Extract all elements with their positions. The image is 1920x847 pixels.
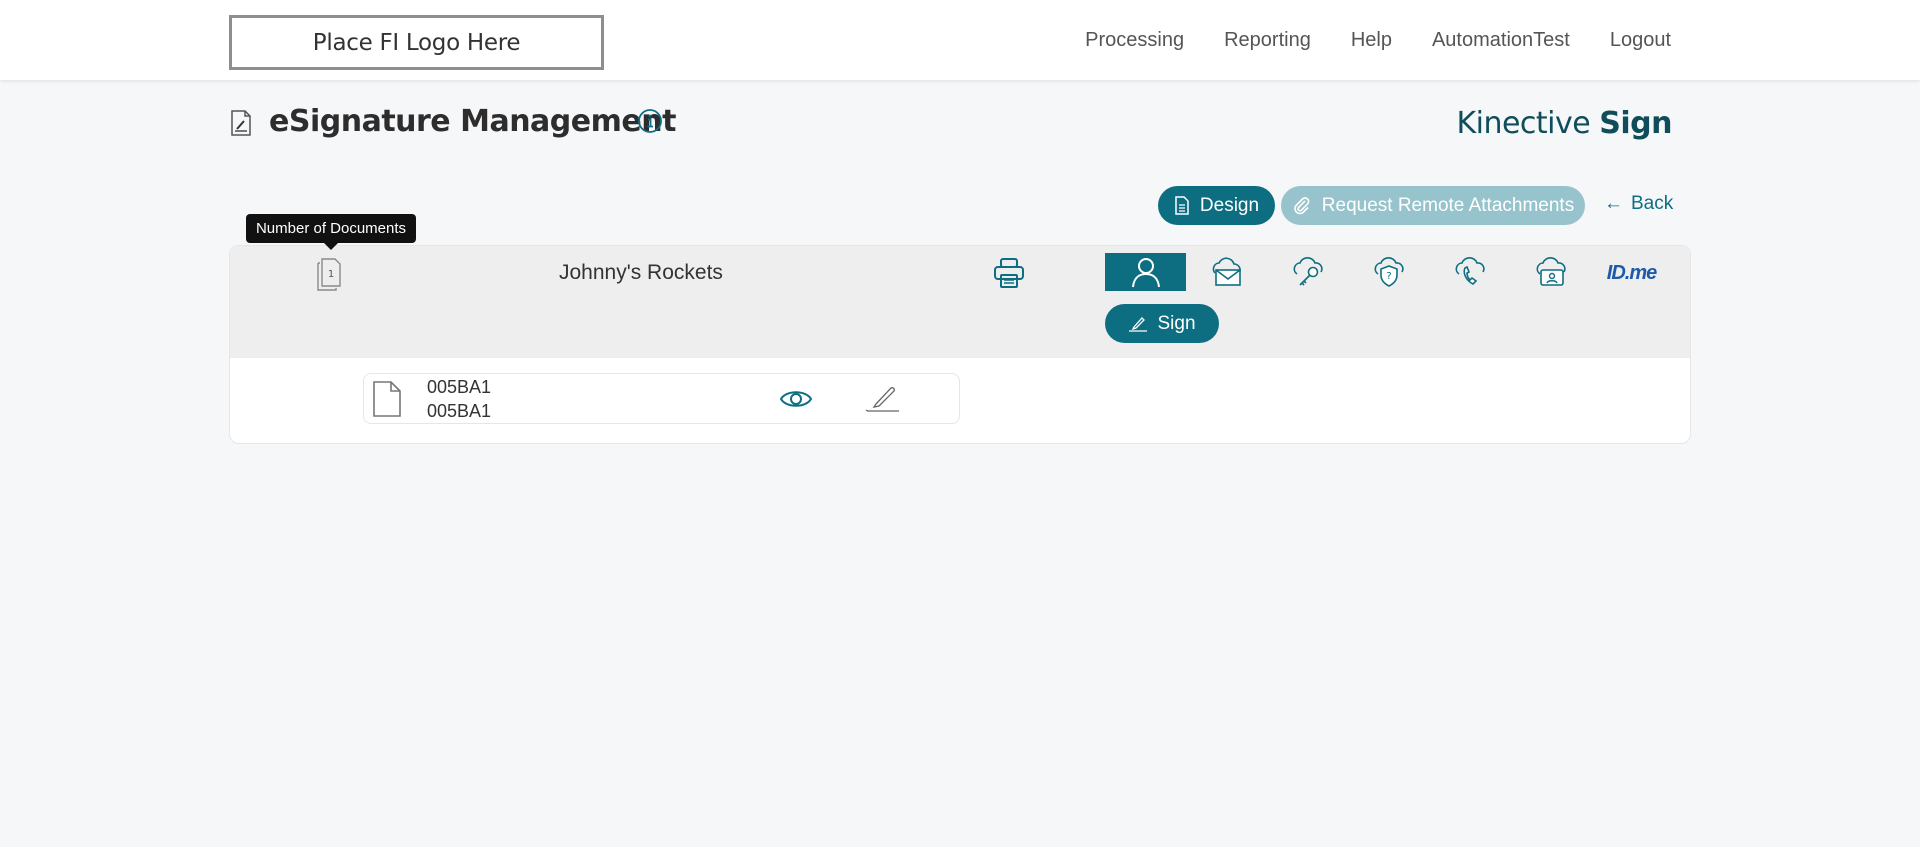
number-of-documents-tooltip: Number of Documents xyxy=(246,214,416,250)
design-button[interactable]: Design xyxy=(1158,186,1275,225)
file-icon xyxy=(373,381,401,417)
auth-method-person[interactable] xyxy=(1105,253,1186,291)
page-title: eSignature Management xyxy=(269,104,676,139)
question-shield-cloud-icon: ? xyxy=(1374,257,1404,287)
back-link[interactable]: ← Back xyxy=(1604,193,1673,215)
idme-logo-suffix: .me xyxy=(1624,262,1657,284)
auth-method-security-question[interactable]: ? xyxy=(1348,253,1429,291)
authentication-method-list: ? ID.me xyxy=(1105,253,1672,291)
sign-button[interactable]: Sign xyxy=(1105,304,1219,343)
auth-method-key[interactable] xyxy=(1267,253,1348,291)
request-remote-attachments-label: Request Remote Attachments xyxy=(1321,194,1575,216)
top-navigation-bar: Place FI Logo Here Processing Reporting … xyxy=(0,0,1920,80)
document-row: 005BA1 005BA1 xyxy=(363,373,960,424)
phone-cloud-icon xyxy=(1455,257,1485,285)
signature-pen-icon[interactable] xyxy=(864,384,900,414)
nav-help[interactable]: Help xyxy=(1351,29,1392,52)
signer-card: 1 Johnny's Rockets ? ID.me Sign 005BA1 0… xyxy=(229,245,1691,444)
document-count-value: 1 xyxy=(328,269,334,280)
idme-logo: ID.me xyxy=(1606,259,1657,285)
signer-card-header: 1 Johnny's Rockets ? ID.me Sign xyxy=(230,246,1690,358)
auth-method-idme[interactable]: ID.me xyxy=(1591,253,1672,291)
back-link-label: Back xyxy=(1631,193,1674,214)
signature-pen-icon xyxy=(1129,316,1148,332)
request-remote-attachments-button[interactable]: Request Remote Attachments xyxy=(1281,186,1585,225)
document-count-icon[interactable]: 1 xyxy=(315,258,343,292)
svg-text:?: ? xyxy=(1386,271,1391,282)
eye-icon[interactable] xyxy=(779,387,813,411)
document-name: 005BA1 xyxy=(427,377,492,397)
kinective-sign-brand: Kinective Sign xyxy=(1456,106,1672,141)
document-icon xyxy=(1175,196,1189,215)
design-button-label: Design xyxy=(1199,194,1260,216)
printer-icon[interactable] xyxy=(992,256,1026,290)
info-icon[interactable] xyxy=(637,108,663,134)
email-cloud-icon xyxy=(1212,257,1241,286)
brand-light-text: Kinective xyxy=(1456,106,1591,141)
nav-processing[interactable]: Processing xyxy=(1085,29,1184,52)
idme-logo-id: ID xyxy=(1606,262,1626,284)
paperclip-icon xyxy=(1293,196,1310,214)
esignature-document-icon xyxy=(231,110,251,136)
auth-method-phone[interactable] xyxy=(1429,253,1510,291)
document-code: 005BA1 xyxy=(427,401,492,421)
nav-user-automationtest[interactable]: AutomationTest xyxy=(1432,29,1570,52)
brand-bold-text: Sign xyxy=(1599,106,1672,141)
auth-method-email[interactable] xyxy=(1186,253,1267,291)
key-cloud-icon xyxy=(1293,257,1323,286)
id-card-cloud-icon xyxy=(1536,257,1566,286)
signer-name: Johnny's Rockets xyxy=(559,261,723,284)
fi-logo-placeholder[interactable]: Place FI Logo Here xyxy=(229,15,604,70)
person-icon xyxy=(1131,258,1160,288)
nav-reporting[interactable]: Reporting xyxy=(1224,29,1311,52)
back-arrow-icon: ← xyxy=(1604,193,1623,214)
nav-logout[interactable]: Logout xyxy=(1610,29,1671,52)
auth-method-id-card[interactable] xyxy=(1510,253,1591,291)
sign-button-label: Sign xyxy=(1157,312,1196,334)
main-nav: Processing Reporting Help AutomationTest… xyxy=(1085,0,1671,80)
